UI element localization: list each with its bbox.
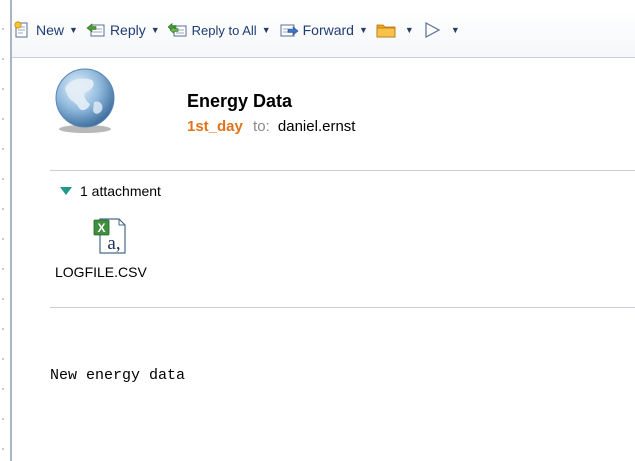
forward-icon xyxy=(279,21,299,39)
new-label: New xyxy=(36,22,65,38)
forward-dropdown-icon[interactable]: ▼ xyxy=(359,25,368,35)
new-document-icon xyxy=(12,21,32,39)
new-button[interactable]: New ▼ xyxy=(12,18,78,42)
forward-button[interactable]: Forward ▼ xyxy=(279,18,368,42)
forward-label: Forward xyxy=(302,22,354,38)
sender-avatar-globe-icon xyxy=(52,68,118,134)
reply-all-icon xyxy=(167,21,188,39)
reply-all-label: Reply to All xyxy=(191,22,257,38)
attachment-file-name[interactable]: LOGFILE.CSV xyxy=(55,264,147,280)
sender-name[interactable]: 1st_day xyxy=(187,118,243,135)
recipient-name[interactable]: daniel.ernst xyxy=(278,118,356,135)
message-body: New energy data xyxy=(50,367,186,384)
body-divider xyxy=(50,307,635,308)
attachments-toggle[interactable]: 1 attachment xyxy=(60,182,161,200)
new-dropdown-icon[interactable]: ▼ xyxy=(69,25,78,35)
attachment-count: 1 attachment xyxy=(80,183,161,199)
follow-up-dropdown-icon[interactable]: ▼ xyxy=(451,25,460,35)
reply-icon xyxy=(86,21,106,39)
svg-text:X: X xyxy=(97,221,105,235)
reply-dropdown-icon[interactable]: ▼ xyxy=(151,25,160,35)
message-subject: Energy Data xyxy=(187,91,293,111)
reply-label: Reply xyxy=(109,22,146,38)
folder-dropdown-icon[interactable]: ▼ xyxy=(405,25,414,35)
reply-button[interactable]: Reply ▼ xyxy=(86,18,160,42)
reply-all-button[interactable]: Reply to All ▼ xyxy=(167,18,271,42)
move-to-folder-button[interactable]: ▼ xyxy=(376,18,414,42)
reply-all-dropdown-icon[interactable]: ▼ xyxy=(262,25,271,35)
sender-line: 1st_day to: daniel.ernst xyxy=(187,118,355,135)
svg-text:a,: a, xyxy=(107,233,120,254)
message-toolbar: New ▼ Reply ▼ Reply to All ▼ Forward ▼ ▼… xyxy=(12,0,635,58)
header-divider xyxy=(50,170,635,171)
excel-csv-file-icon[interactable]: X a, xyxy=(90,216,130,256)
message-header: Energy Data 1st_day to: daniel.ernst xyxy=(12,58,635,168)
folder-icon xyxy=(376,21,396,39)
expand-triangle-icon[interactable] xyxy=(60,187,72,195)
follow-up-button[interactable]: ▼ xyxy=(422,18,460,42)
flag-icon xyxy=(422,21,442,39)
to-label: to: xyxy=(253,118,270,135)
